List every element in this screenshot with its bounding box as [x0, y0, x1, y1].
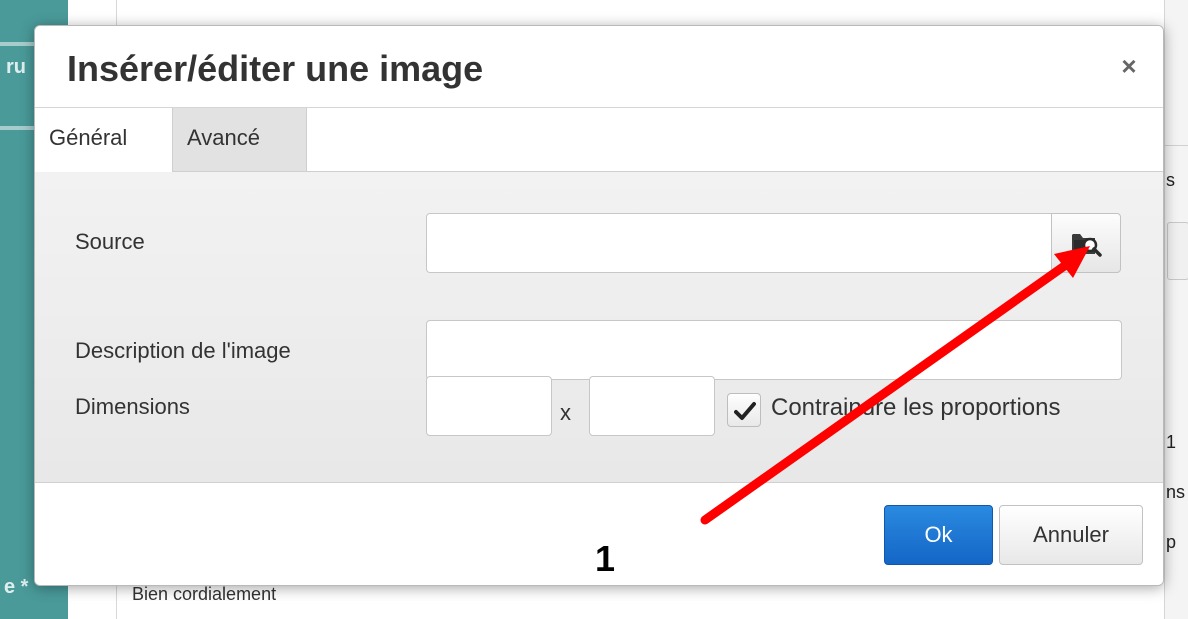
description-input[interactable]	[426, 320, 1122, 380]
dimension-separator: x	[560, 400, 571, 425]
constrain-proportions-label: Contraindre les proportions	[771, 394, 1061, 421]
dialog-body: Source Description de l'image Dimensions…	[35, 172, 1163, 482]
background-signature-text: Bien cordialement	[132, 584, 277, 604]
description-label: Description de l'image	[75, 338, 291, 363]
background-text-fragment: 1	[1166, 432, 1177, 452]
step-number-annotation: 1	[595, 538, 616, 579]
dimensions-label: Dimensions	[75, 394, 190, 419]
dialog-tabs: Général Avancé	[35, 108, 1163, 172]
tab-general[interactable]: Général	[35, 108, 173, 172]
background-text-fragment: s	[1166, 170, 1175, 190]
dialog-title: Insérer/éditer une image	[67, 48, 484, 89]
sidebar-text-fragment: ru	[6, 56, 26, 78]
background-text-fragment: p	[1166, 532, 1177, 552]
close-icon[interactable]: ×	[1117, 52, 1141, 80]
page-divider	[1164, 145, 1188, 146]
ok-button[interactable]: Ok	[884, 505, 993, 565]
tab-advanced[interactable]: Avancé	[173, 108, 307, 172]
source-input[interactable]	[426, 213, 1052, 273]
checkmark-icon	[734, 402, 756, 420]
height-input[interactable]	[589, 376, 715, 436]
sidebar-text-fragment: e *	[4, 576, 29, 598]
constrain-proportions-checkbox[interactable]	[727, 393, 761, 427]
source-label: Source	[75, 229, 145, 254]
background-right-panel	[1164, 0, 1188, 619]
insert-image-dialog: Insérer/éditer une image × Général Avanc…	[34, 25, 1164, 586]
width-input[interactable]	[426, 376, 552, 436]
dialog-header: Insérer/éditer une image ×	[35, 26, 1163, 108]
background-text-fragment: ns	[1166, 482, 1186, 502]
folder-search-icon	[1072, 234, 1102, 257]
browse-button[interactable]	[1051, 213, 1121, 273]
cancel-button[interactable]: Annuler	[999, 505, 1143, 565]
background-button	[1167, 222, 1188, 280]
